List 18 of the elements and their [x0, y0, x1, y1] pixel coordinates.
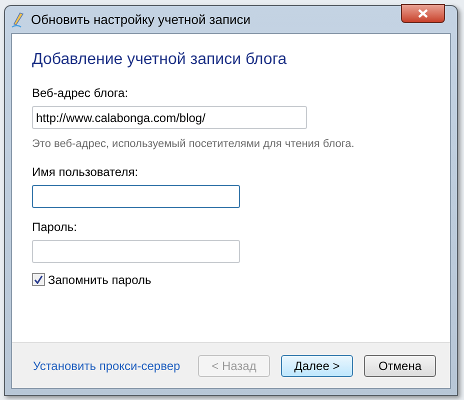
field-label: Пароль:: [32, 218, 78, 236]
hint-text: Это веб-адрес, используемый посетителями для чтения блога.: [32, 137, 356, 152]
proxy-link[interactable]: Установить прокси-сервер: [33, 356, 180, 374]
page-heading: Добавление учетной записи блога: [32, 50, 288, 70]
field-label: Веб-адрес блога:: [32, 85, 130, 102]
dialog-button[interactable]: Отмена: [364, 354, 436, 376]
window-title: Обновить настройку учетной записи: [31, 10, 251, 29]
dialog-button[interactable]: Далее >: [281, 354, 353, 376]
close-icon: [418, 9, 428, 18]
checkbox[interactable]: [32, 273, 45, 286]
text-field[interactable]: http://www.calabonga.com/blog/: [32, 106, 307, 129]
close-button[interactable]: [401, 4, 445, 23]
text-field[interactable]: [32, 184, 240, 208]
field-label: Имя пользователя:: [32, 164, 140, 180]
checkbox-label: Запомнить пароль: [48, 272, 152, 288]
check-icon: [34, 275, 43, 284]
text-field[interactable]: [32, 240, 240, 262]
pen-icon: [11, 12, 25, 28]
